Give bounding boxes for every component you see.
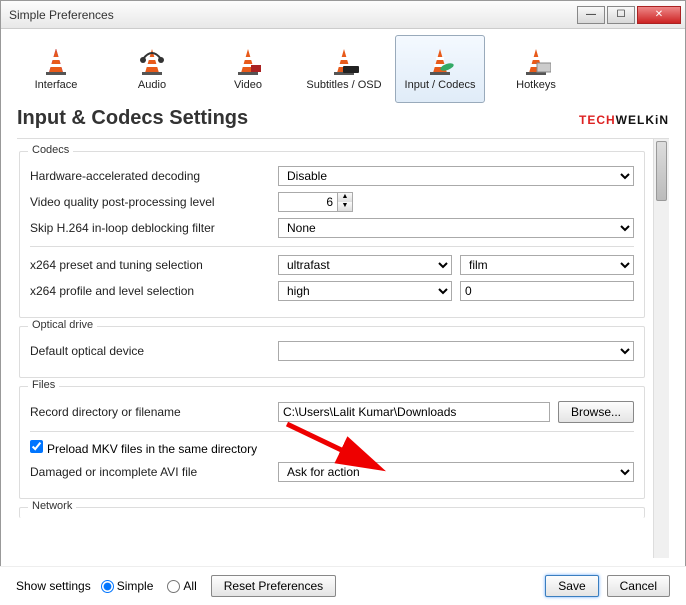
tab-video[interactable]: Video bbox=[203, 35, 293, 103]
optical-device-select[interactable] bbox=[278, 341, 634, 361]
maximize-button[interactable]: ☐ bbox=[607, 6, 635, 24]
x264level-input[interactable] bbox=[460, 281, 634, 301]
tab-label: Interface bbox=[35, 79, 78, 91]
category-tabs: Interface Audio Video Subtitles / OSD In… bbox=[1, 29, 685, 103]
x264preset-select[interactable]: ultrafast bbox=[278, 255, 452, 275]
close-button[interactable]: ✕ bbox=[637, 6, 681, 24]
cone-clapper-icon bbox=[233, 47, 263, 77]
section-legend: Codecs bbox=[28, 144, 73, 156]
tab-audio[interactable]: Audio bbox=[107, 35, 197, 103]
section-files: Files Record directory or filename Brows… bbox=[19, 386, 645, 499]
cancel-button[interactable]: Cancel bbox=[607, 575, 670, 597]
vertical-scrollbar[interactable] bbox=[653, 139, 669, 558]
tab-label: Audio bbox=[138, 79, 166, 91]
recdir-label: Record directory or filename bbox=[30, 405, 270, 419]
cone-headphones-icon bbox=[137, 47, 167, 77]
page-title: Input & Codecs Settings bbox=[17, 107, 579, 130]
deblock-select[interactable]: None bbox=[278, 218, 634, 238]
save-button[interactable]: Save bbox=[545, 575, 598, 597]
x264preset-label: x264 preset and tuning selection bbox=[30, 258, 270, 272]
section-legend: Network bbox=[28, 500, 76, 512]
x264tune-select[interactable]: film bbox=[460, 255, 634, 275]
heading-row: Input & Codecs Settings TECHWELKiN bbox=[1, 103, 685, 138]
x264profile-select[interactable]: high bbox=[278, 281, 452, 301]
spin-up-icon[interactable]: ▲ bbox=[338, 193, 352, 202]
reset-preferences-button[interactable]: Reset Preferences bbox=[211, 575, 336, 597]
titlebar: Simple Preferences — ☐ ✕ bbox=[1, 1, 685, 29]
tab-hotkeys[interactable]: Hotkeys bbox=[491, 35, 581, 103]
settings-scroll-area: Codecs Hardware-accelerated decoding Dis… bbox=[17, 138, 669, 558]
section-optical: Optical drive Default optical device bbox=[19, 326, 645, 378]
tab-label: Input / Codecs bbox=[405, 79, 476, 91]
tab-label: Subtitles / OSD bbox=[306, 79, 381, 91]
minimize-button[interactable]: — bbox=[577, 6, 605, 24]
preload-mkv-checkbox[interactable]: Preload MKV files in the same directory bbox=[30, 440, 257, 456]
section-network: Network bbox=[19, 507, 645, 518]
browse-button[interactable]: Browse... bbox=[558, 401, 634, 423]
section-legend: Optical drive bbox=[28, 319, 97, 331]
cone-icon bbox=[41, 47, 71, 77]
show-settings-label: Show settings bbox=[16, 579, 91, 593]
damaged-avi-label: Damaged or incomplete AVI file bbox=[30, 465, 270, 479]
show-all-radio[interactable]: All bbox=[167, 579, 196, 593]
tab-label: Video bbox=[234, 79, 262, 91]
damaged-avi-select[interactable]: Ask for action bbox=[278, 462, 634, 482]
window-title: Simple Preferences bbox=[9, 8, 577, 22]
spin-down-icon[interactable]: ▼ bbox=[338, 202, 352, 211]
optical-device-label: Default optical device bbox=[30, 344, 270, 358]
hwdecode-select[interactable]: Disable bbox=[278, 166, 634, 186]
preload-mkv-input[interactable] bbox=[30, 440, 43, 453]
scrollbar-thumb[interactable] bbox=[656, 141, 667, 201]
postproc-label: Video quality post-processing level bbox=[30, 195, 270, 209]
window-buttons: — ☐ ✕ bbox=[577, 6, 681, 24]
cone-codec-icon bbox=[425, 47, 455, 77]
section-legend: Files bbox=[28, 379, 59, 391]
tab-input-codecs[interactable]: Input / Codecs bbox=[395, 35, 485, 103]
tab-label: Hotkeys bbox=[516, 79, 556, 91]
watermark-logo: TECHWELKiN bbox=[579, 107, 669, 130]
hwdecode-label: Hardware-accelerated decoding bbox=[30, 169, 270, 183]
tab-interface[interactable]: Interface bbox=[11, 35, 101, 103]
x264profile-label: x264 profile and level selection bbox=[30, 284, 270, 298]
postproc-spinbox[interactable]: ▲▼ bbox=[278, 192, 358, 212]
cone-keyboard-icon bbox=[521, 47, 551, 77]
recdir-input[interactable] bbox=[278, 402, 550, 422]
postproc-input[interactable] bbox=[278, 192, 338, 212]
deblock-label: Skip H.264 in-loop deblocking filter bbox=[30, 221, 270, 235]
cone-subtitle-icon bbox=[329, 47, 359, 77]
show-simple-radio[interactable]: Simple bbox=[101, 579, 154, 593]
section-codecs: Codecs Hardware-accelerated decoding Dis… bbox=[19, 151, 645, 318]
tab-subtitles[interactable]: Subtitles / OSD bbox=[299, 35, 389, 103]
footer-bar: Show settings Simple All Reset Preferenc… bbox=[0, 566, 686, 605]
